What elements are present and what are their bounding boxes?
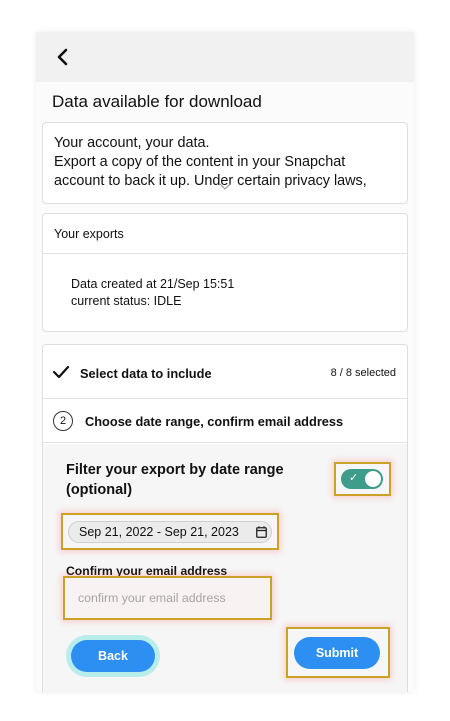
exports-title: Your exports — [54, 227, 124, 241]
chevron-down-icon[interactable] — [219, 183, 231, 191]
exports-header: Your exports — [43, 214, 407, 254]
back-button[interactable]: Back — [71, 640, 155, 672]
submit-highlight: Submit — [286, 627, 390, 678]
step2-form: Filter your export by date range (option… — [43, 444, 407, 692]
step-number-badge: 2 — [53, 411, 73, 431]
main-content: Data available for download Your account… — [36, 82, 414, 692]
date-range-value: Sep 21, 2022 - Sep 21, 2023 — [79, 525, 239, 539]
intro-line-1: Your account, your data. — [54, 135, 210, 151]
email-input[interactable] — [67, 580, 268, 616]
toggle-knob — [365, 471, 381, 487]
exports-card: Your exports Data created at 21/Sep 15:5… — [42, 213, 408, 332]
intro-card[interactable]: Your account, your data. Export a copy o… — [42, 122, 408, 204]
email-highlight — [63, 576, 272, 620]
export-status-text: current status: IDLE — [71, 294, 182, 308]
date-range-picker[interactable]: Sep 21, 2022 - Sep 21, 2023 — [68, 521, 272, 543]
step-select-data[interactable]: Select data to include 8 / 8 selected — [43, 345, 407, 399]
page-title: Data available for download — [52, 92, 262, 111]
filter-label: Filter your export by date range (option… — [66, 462, 284, 498]
toggle-highlight: ✓ — [334, 462, 391, 496]
app-screen: Data available for download Your account… — [36, 32, 414, 692]
step-date-email[interactable]: 2 Choose date range, confirm email addre… — [43, 399, 407, 443]
export-created-text: Data created at 21/Sep 15:51 — [71, 277, 235, 291]
calendar-icon[interactable] — [256, 526, 267, 538]
chevron-left-icon[interactable] — [48, 42, 76, 72]
date-range-highlight: Sep 21, 2022 - Sep 21, 2023 — [61, 513, 279, 550]
top-bar — [36, 32, 414, 82]
toggle-check-icon: ✓ — [349, 472, 359, 484]
export-steps-card: Select data to include 8 / 8 selected 2 … — [42, 344, 408, 692]
step2-label: Choose date range, confirm email address — [85, 414, 344, 429]
date-filter-toggle[interactable]: ✓ — [341, 469, 383, 489]
submit-button[interactable]: Submit — [294, 637, 380, 669]
checkmark-icon — [52, 365, 70, 379]
step1-label: Select data to include — [80, 366, 212, 381]
selected-count: 8 / 8 selected — [330, 367, 396, 379]
